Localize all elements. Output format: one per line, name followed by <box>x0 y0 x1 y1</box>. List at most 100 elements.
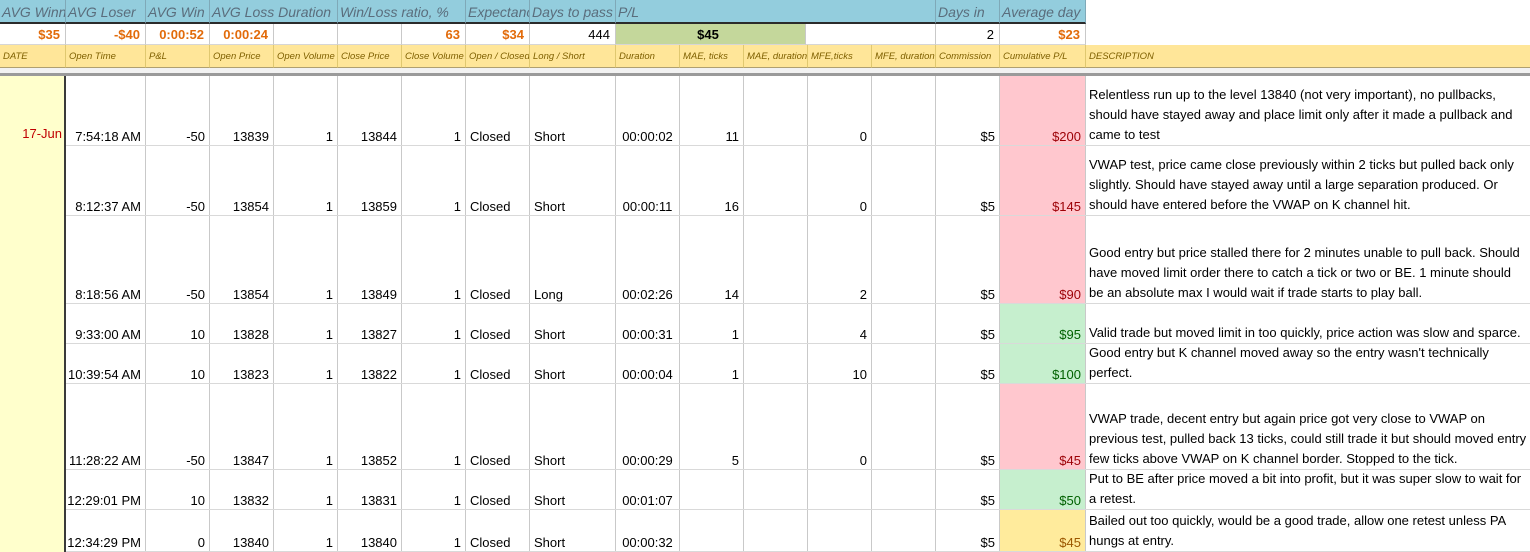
description-cell[interactable]: VWAP trade, decent entry but again price… <box>1086 384 1530 469</box>
duration-cell[interactable]: 00:00:11 <box>616 146 680 215</box>
pl-cell[interactable]: -50 <box>146 146 210 215</box>
status-cell[interactable]: Closed <box>466 470 530 509</box>
cumulative-pl-cell[interactable]: $45 <box>1000 510 1086 551</box>
mae-duration-cell[interactable] <box>744 510 808 551</box>
mae-ticks-cell[interactable] <box>680 470 744 509</box>
cumulative-pl-cell[interactable]: $50 <box>1000 470 1086 509</box>
value-average-day[interactable]: $23 <box>1000 24 1086 45</box>
mfe-duration-cell[interactable] <box>872 216 936 303</box>
header-avg-win-duration[interactable]: AVG Win Duration <box>146 0 210 24</box>
mfe-duration-cell[interactable] <box>872 344 936 383</box>
open-time-cell[interactable]: 12:29:01 PM <box>66 470 146 509</box>
mae-duration-cell[interactable] <box>744 76 808 145</box>
table-row[interactable]: 12:34:29 PM 0 13840 1 13840 1 Closed Short 00:00… <box>66 510 1530 552</box>
mfe-duration-cell[interactable] <box>872 146 936 215</box>
value-avg-loser[interactable]: -$40 <box>66 24 146 45</box>
header-expectancy[interactable]: Expectancy <box>466 0 530 24</box>
status-cell[interactable]: Closed <box>466 76 530 145</box>
col-open-closed[interactable]: Open / Closed <box>466 45 530 68</box>
col-date[interactable]: DATE <box>0 45 66 68</box>
commission-cell[interactable]: $5 <box>936 216 1000 303</box>
header-days-to-pass[interactable]: Days to pass <box>530 0 616 24</box>
col-description[interactable]: DESCRIPTION <box>1086 45 1530 68</box>
description-cell[interactable]: Bailed out too quickly, would be a good … <box>1086 510 1530 551</box>
status-cell[interactable]: Closed <box>466 304 530 343</box>
date-column[interactable]: 17-Jun <box>0 76 66 552</box>
open-time-cell[interactable]: 8:12:37 AM <box>66 146 146 215</box>
col-mae-ticks[interactable]: MAE, ticks <box>680 45 744 68</box>
header-days-in[interactable]: Days in <box>936 0 1000 24</box>
duration-cell[interactable]: 00:00:32 <box>616 510 680 551</box>
table-row[interactable]: 11:28:22 AM -50 13847 1 13852 1 Closed Short 00:… <box>66 384 1530 470</box>
side-cell[interactable]: Short <box>530 384 616 469</box>
open-price-cell[interactable]: 13828 <box>210 304 274 343</box>
cumulative-pl-cell[interactable]: $95 <box>1000 304 1086 343</box>
duration-cell[interactable]: 00:00:31 <box>616 304 680 343</box>
date-cell[interactable]: 17-Jun <box>0 126 62 141</box>
side-cell[interactable]: Short <box>530 470 616 509</box>
commission-cell[interactable]: $5 <box>936 146 1000 215</box>
open-volume-cell[interactable]: 1 <box>274 146 338 215</box>
commission-cell[interactable]: $5 <box>936 384 1000 469</box>
duration-cell[interactable]: 00:00:04 <box>616 344 680 383</box>
mfe-ticks-cell[interactable]: 2 <box>808 216 872 303</box>
close-price-cell[interactable]: 13859 <box>338 146 402 215</box>
mae-duration-cell[interactable] <box>744 146 808 215</box>
table-row[interactable]: 7:54:18 AM -50 13839 1 13844 1 Closed Short 00:0… <box>66 76 1530 146</box>
close-volume-cell[interactable]: 1 <box>402 470 466 509</box>
close-price-cell[interactable]: 13849 <box>338 216 402 303</box>
mfe-ticks-cell[interactable] <box>808 510 872 551</box>
open-time-cell[interactable]: 9:33:00 AM <box>66 304 146 343</box>
mae-ticks-cell[interactable]: 1 <box>680 304 744 343</box>
table-row[interactable]: 10:39:54 AM 10 13823 1 13822 1 Closed Short 00:0… <box>66 344 1530 384</box>
value-expectancy[interactable]: $34 <box>466 24 530 45</box>
header-win-loss-ratio[interactable]: Win/Loss ratio, % <box>338 0 466 24</box>
mae-ticks-cell[interactable]: 5 <box>680 384 744 469</box>
col-open-volume[interactable]: Open Volume <box>274 45 338 68</box>
close-volume-cell[interactable]: 1 <box>402 510 466 551</box>
value-empty-1[interactable] <box>274 24 338 45</box>
open-price-cell[interactable]: 13840 <box>210 510 274 551</box>
close-price-cell[interactable]: 13852 <box>338 384 402 469</box>
mfe-duration-cell[interactable] <box>872 470 936 509</box>
description-cell[interactable]: VWAP test, price came close previously w… <box>1086 146 1530 215</box>
open-price-cell[interactable]: 13832 <box>210 470 274 509</box>
commission-cell[interactable]: $5 <box>936 304 1000 343</box>
open-price-cell[interactable]: 13854 <box>210 216 274 303</box>
open-time-cell[interactable]: 11:28:22 AM <box>66 384 146 469</box>
duration-cell[interactable]: 00:02:26 <box>616 216 680 303</box>
close-price-cell[interactable]: 13844 <box>338 76 402 145</box>
open-time-cell[interactable]: 7:54:18 AM <box>66 76 146 145</box>
close-price-cell[interactable]: 13822 <box>338 344 402 383</box>
side-cell[interactable]: Long <box>530 216 616 303</box>
mae-duration-cell[interactable] <box>744 384 808 469</box>
open-volume-cell[interactable]: 1 <box>274 470 338 509</box>
pl-cell[interactable]: 10 <box>146 344 210 383</box>
value-days-in[interactable]: 2 <box>936 24 1000 45</box>
description-cell[interactable]: Good entry but K channel moved away so t… <box>1086 344 1530 383</box>
open-volume-cell[interactable]: 1 <box>274 216 338 303</box>
col-commission[interactable]: Commission <box>936 45 1000 68</box>
value-win-loss-ratio[interactable]: 63 <box>402 24 466 45</box>
side-cell[interactable]: Short <box>530 304 616 343</box>
col-pl[interactable]: P&L <box>146 45 210 68</box>
col-open-time[interactable]: Open Time <box>66 45 146 68</box>
mae-ticks-cell[interactable]: 16 <box>680 146 744 215</box>
pl-cell[interactable]: -50 <box>146 76 210 145</box>
mfe-ticks-cell[interactable]: 10 <box>808 344 872 383</box>
value-days-to-pass[interactable]: 444 <box>530 24 616 45</box>
value-avg-winner[interactable]: $35 <box>0 24 66 45</box>
open-price-cell[interactable]: 13854 <box>210 146 274 215</box>
open-time-cell[interactable]: 12:34:29 PM <box>66 510 146 551</box>
side-cell[interactable]: Short <box>530 344 616 383</box>
open-volume-cell[interactable]: 1 <box>274 510 338 551</box>
open-volume-cell[interactable]: 1 <box>274 384 338 469</box>
close-price-cell[interactable]: 13831 <box>338 470 402 509</box>
mae-ticks-cell[interactable]: 1 <box>680 344 744 383</box>
open-volume-cell[interactable]: 1 <box>274 304 338 343</box>
col-close-price[interactable]: Close Price <box>338 45 402 68</box>
close-volume-cell[interactable]: 1 <box>402 344 466 383</box>
cumulative-pl-cell[interactable]: $100 <box>1000 344 1086 383</box>
mfe-ticks-cell[interactable]: 0 <box>808 384 872 469</box>
status-cell[interactable]: Closed <box>466 344 530 383</box>
